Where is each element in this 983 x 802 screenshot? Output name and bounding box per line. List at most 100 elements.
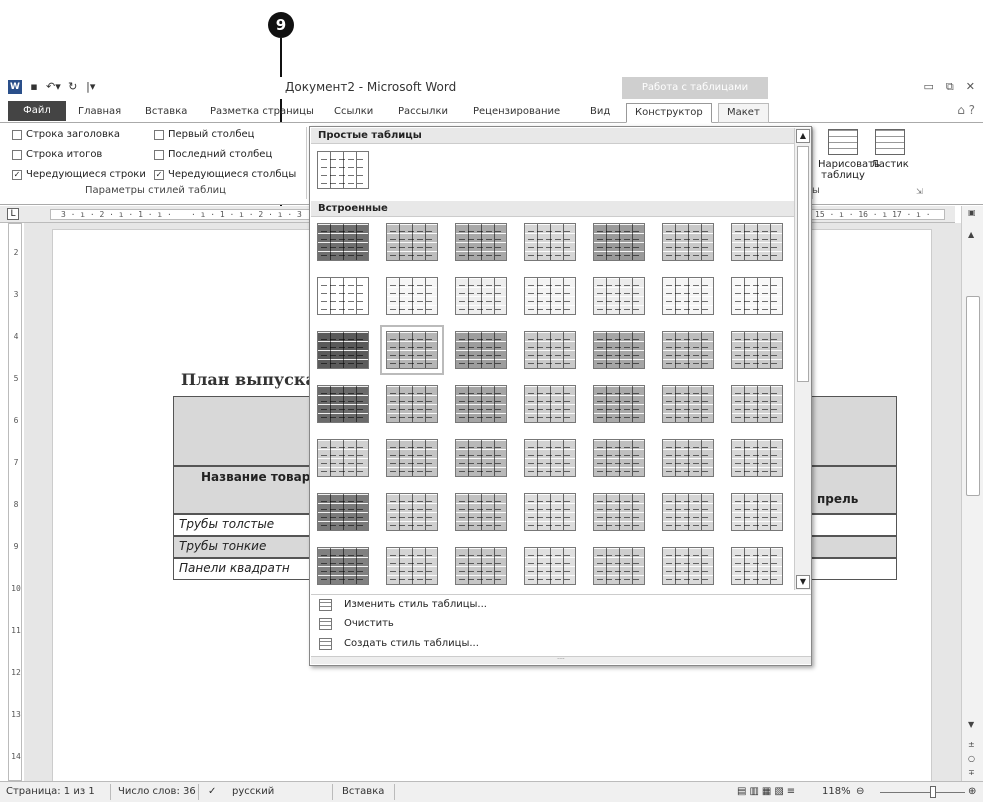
scrollbar-thumb[interactable] (797, 146, 809, 382)
zoom-in-icon[interactable]: ⊕ (968, 786, 976, 797)
browse-object-icon[interactable]: ○ (968, 754, 975, 763)
table-style-thumbnail[interactable] (524, 223, 576, 261)
table-style-thumbnail[interactable] (317, 493, 369, 531)
scrollbar-thumb[interactable] (966, 296, 980, 496)
modify-table-style-item[interactable]: Изменить стиль таблицы... (311, 594, 811, 614)
minimize-icon[interactable]: ▭ (924, 80, 934, 94)
table-style-thumbnail[interactable] (455, 331, 507, 369)
option-banded-rows[interactable]: ✓ Чередующиеся строки (12, 169, 146, 180)
table-style-thumbnail[interactable] (731, 439, 783, 477)
insert-mode[interactable]: Вставка (342, 786, 384, 797)
vertical-scrollbar[interactable]: ▣ ▲ ▼ ± ○ ∓ (961, 206, 983, 781)
table-style-thumbnail[interactable] (524, 439, 576, 477)
zoom-slider[interactable] (880, 792, 965, 793)
table-style-thumbnail[interactable] (731, 277, 783, 315)
checkbox-checked[interactable]: ✓ (154, 169, 164, 180)
table-style-thumbnail[interactable] (593, 547, 645, 585)
table-style-thumbnail[interactable] (731, 547, 783, 585)
table-style-thumbnail[interactable] (317, 223, 369, 261)
tab-mailings[interactable]: Рассылки (398, 103, 448, 123)
tab-layout[interactable]: Макет (718, 103, 769, 123)
tab-stop-icon[interactable]: L (7, 208, 19, 220)
new-table-style-item[interactable]: Создать стиль таблицы... (311, 634, 811, 654)
tab-insert[interactable]: Вставка (145, 103, 187, 123)
table-style-thumbnail[interactable] (593, 277, 645, 315)
table-style-thumbnail[interactable] (455, 439, 507, 477)
zoom-level[interactable]: 118% (822, 786, 851, 797)
table-style-thumbnail[interactable] (317, 547, 369, 585)
table-style-thumbnail[interactable] (662, 439, 714, 477)
table-style-thumbnail[interactable] (386, 439, 438, 477)
table-style-thumbnail[interactable] (662, 547, 714, 585)
save-icon[interactable]: ▪ (28, 80, 40, 94)
table-style-thumbnail[interactable] (317, 331, 369, 369)
tab-file[interactable]: Файл (8, 101, 66, 121)
table-style-plain[interactable] (317, 151, 369, 189)
table-style-thumbnail[interactable] (455, 223, 507, 261)
table-style-thumbnail[interactable] (524, 385, 576, 423)
table-style-thumbnail[interactable] (524, 331, 576, 369)
ruler-toggle-icon[interactable]: ▣ (968, 208, 976, 217)
table-style-thumbnail[interactable] (386, 223, 438, 261)
table-style-thumbnail[interactable] (386, 277, 438, 315)
table-style-thumbnail[interactable] (662, 331, 714, 369)
table-style-thumbnail[interactable] (524, 277, 576, 315)
scroll-up-icon[interactable]: ▲ (796, 129, 810, 143)
table-style-thumbnail[interactable] (524, 547, 576, 585)
language[interactable]: русский (232, 786, 274, 797)
table-style-thumbnail[interactable] (380, 325, 444, 375)
dialog-launcher-icon[interactable]: ⇲ (916, 187, 923, 196)
table-style-thumbnail[interactable] (662, 493, 714, 531)
word-count[interactable]: Число слов: 36 (118, 786, 196, 797)
close-icon[interactable]: ✕ (966, 80, 975, 94)
resize-grip[interactable]: ···· (311, 656, 811, 664)
table-style-thumbnail[interactable] (731, 223, 783, 261)
zoom-out-icon[interactable]: ⊖ (856, 786, 864, 797)
zoom-slider-thumb[interactable] (930, 786, 936, 798)
tab-view[interactable]: Вид (590, 103, 610, 123)
next-page-icon[interactable]: ∓ (968, 768, 975, 777)
customize-icon[interactable]: |▾ (85, 80, 97, 94)
option-banded-columns[interactable]: ✓ Чередующиеся столбцы (154, 169, 296, 180)
table-style-thumbnail[interactable] (662, 385, 714, 423)
draw-table-button[interactable]: Нарисовать таблицу (818, 129, 880, 181)
table-style-thumbnail[interactable] (386, 385, 438, 423)
table-style-thumbnail[interactable] (455, 547, 507, 585)
option-total-row[interactable]: Строка итогов (12, 149, 102, 160)
redo-icon[interactable]: ↻ (67, 80, 79, 94)
page-count[interactable]: Страница: 1 из 1 (6, 786, 95, 797)
previous-page-icon[interactable]: ± (968, 740, 975, 749)
spellcheck-icon[interactable]: ✓ (208, 786, 216, 797)
gallery-scrollbar[interactable]: ▲ ▼ (794, 128, 811, 590)
option-last-column[interactable]: Последний столбец (154, 149, 272, 160)
table-style-thumbnail[interactable] (455, 493, 507, 531)
tab-review[interactable]: Рецензирование (473, 103, 560, 123)
table-style-thumbnail[interactable] (593, 439, 645, 477)
scroll-down-icon[interactable]: ▼ (796, 575, 810, 589)
view-buttons-icon[interactable]: ▤▥▦▧≡ (737, 786, 798, 797)
table-style-thumbnail[interactable] (386, 547, 438, 585)
word-icon[interactable]: W (8, 80, 22, 94)
clear-item[interactable]: Очистить (311, 614, 811, 634)
table-style-thumbnail[interactable] (386, 493, 438, 531)
table-style-thumbnail[interactable] (731, 493, 783, 531)
table-style-thumbnail[interactable] (731, 385, 783, 423)
table-style-thumbnail[interactable] (455, 277, 507, 315)
checkbox[interactable] (154, 149, 164, 160)
checkbox[interactable] (12, 149, 22, 160)
tab-references[interactable]: Ссылки (334, 103, 373, 123)
table-style-thumbnail[interactable] (317, 277, 369, 315)
table-style-thumbnail[interactable] (593, 493, 645, 531)
checkbox[interactable] (154, 129, 164, 140)
table-style-thumbnail[interactable] (524, 493, 576, 531)
table-style-thumbnail[interactable] (662, 277, 714, 315)
table-style-thumbnail[interactable] (317, 439, 369, 477)
table-style-thumbnail[interactable] (317, 385, 369, 423)
checkbox-checked[interactable]: ✓ (12, 169, 22, 180)
table-style-thumbnail[interactable] (593, 331, 645, 369)
option-header-row[interactable]: Строка заголовка (12, 129, 120, 140)
scroll-up-icon[interactable]: ▲ (968, 230, 974, 239)
checkbox[interactable] (12, 129, 22, 140)
table-style-thumbnail[interactable] (731, 331, 783, 369)
undo-icon[interactable]: ↶▾ (46, 80, 61, 94)
